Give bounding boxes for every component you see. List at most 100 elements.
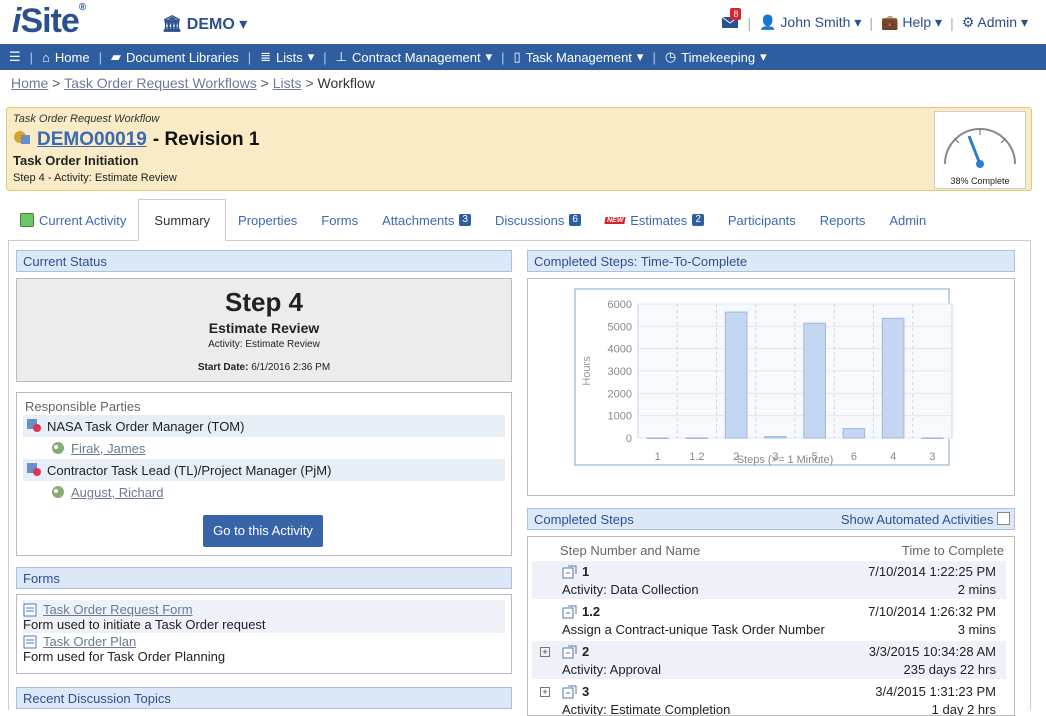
y-tick-label: 5000 [608,321,632,333]
bar [881,317,905,439]
step-duration: 1 day 2 hrs [931,702,996,716]
current-step-activity: Activity: Estimate Review [208,339,320,350]
tab-reports[interactable]: Reports [808,200,878,240]
breadcrumb-home[interactable]: Home [11,75,48,91]
tab-participants[interactable]: Participants [716,200,808,240]
home-icon: ⌂ [42,49,50,65]
help-menu[interactable]: 💼 Help ▾ [881,14,942,31]
workflow-revision: - Revision 1 [152,129,260,150]
time-to-complete-chart: 01000200030004000500060001 1.2 2 3 5 6 4 3Steps… [574,288,953,466]
tab-properties[interactable]: Properties [226,200,309,240]
green-square-icon [20,213,34,227]
bar [724,311,748,439]
completed-step-row[interactable]: 1 Activity: Data Collection 7/10/2014 1:22… [532,561,1006,599]
step-icon [562,605,578,622]
clock-icon: ◷ [664,49,677,64]
step-icon [562,685,578,702]
bar [685,437,709,439]
show-automated-toggle[interactable]: Show Automated Activities [841,509,1010,530]
go-to-activity-button[interactable]: Go to this Activity [203,515,323,547]
workflow-id-link[interactable]: DEMO00019 [37,129,147,151]
mail-count-badge: 8 [730,7,742,20]
estimates-count: 2 [692,214,704,226]
tab-estimates[interactable]: NEW Estimates 2 [593,200,716,240]
chart-panel: 0 1000 2000 3000 4000 5000 6000 1 1.2 2 3 5 6 4 3 Steps… [527,278,1015,496]
user-group-icon [51,485,65,499]
expand-icon[interactable]: + [540,647,550,657]
bar [764,436,787,439]
gauge-dial [944,128,1016,168]
tab-attachments[interactable]: Attachments 3 [370,200,483,240]
nav-lists[interactable]: ≣ Lists ▾ [251,49,323,65]
workflow-stage: Task Order Initiation [13,153,139,168]
step-date: 7/10/2014 1:22:25 PM [868,564,996,579]
expand-icon[interactable]: + [540,687,550,697]
gauge-label: 38% Complete [950,176,1010,186]
completed-step-row[interactable]: 1.2 Assign a Contract-unique Task Order N… [532,601,1006,639]
current-status-card: Step 4 Estimate Review Activity: Estimat… [16,278,512,382]
forms-panel: Task Order Request Form Form used to ini… [16,594,512,674]
attachments-count: 3 [459,214,471,226]
isite-logo[interactable]: iSite® [12,2,86,41]
form-icon [23,603,37,617]
nav-document-libraries[interactable]: ▰ Document Libraries [102,49,248,65]
x-tick-label: 6 [851,451,857,463]
building-icon: 🏛 [162,16,183,33]
breadcrumb-lists[interactable]: Lists [273,75,302,91]
list-icon: ≣ [260,49,271,64]
y-tick-label: 3000 [608,366,632,378]
bar [842,428,866,439]
checkbox[interactable] [997,512,1010,525]
current-step-name: Estimate Review [208,320,320,336]
mail-icon[interactable]: 8 [721,7,742,31]
start-date: 6/1/2016 2:36 PM [251,362,331,373]
role-icon [27,463,41,477]
user-icon: 👤 [759,14,777,30]
person-link-firak[interactable]: Firak, James [71,441,145,456]
nav-contract-management[interactable]: ⊥ Contract Management ▾ [327,49,501,65]
admin-menu[interactable]: ⚙ Admin ▾ [962,14,1028,31]
y-axis-label: Hours [581,356,593,386]
step-icon [562,645,578,662]
workflow-tabs: Current Activity Summary Properties Form… [8,199,1030,241]
step-duration: 3 mins [957,622,996,637]
person-row: Firak, James [23,437,505,459]
tab-admin[interactable]: Admin [877,200,938,240]
workflow-title: DEMO00019 - Revision 1 [13,128,260,152]
form-item: Task Order Plan Form used for Task Order… [23,634,226,664]
site-selector[interactable]: 🏛 DEMO ▾ [162,14,247,34]
hamburger-icon[interactable]: ☰ [0,49,30,65]
completed-step-row[interactable]: +2 Activity: Approval 3/3/2015 10:34:28 AM… [532,641,1006,679]
person-row: August, Richard [23,481,505,503]
user-group-icon [51,441,65,455]
main-navbar: ☰ | ⌂ Home | ▰ Document Libraries | ≣ Lists… [0,44,1046,70]
form-link[interactable]: Task Order Request Form [43,602,193,617]
tab-forms[interactable]: Forms [309,200,370,240]
breadcrumb: Home > Task Order Request Workflows > Li… [11,75,375,91]
bar [646,437,669,439]
breadcrumb-current: Workflow [317,75,375,91]
discussions-count: 6 [569,214,581,226]
org-chart-icon: ⊥ [335,49,347,64]
workflow-type: Task Order Request Workflow [13,113,160,125]
completed-steps-title: Completed Steps Show Automated Activitie… [527,508,1015,530]
nav-timekeeping[interactable]: ◷ Timekeeping ▾ [656,49,776,65]
tab-summary[interactable]: Summary [138,199,227,241]
breadcrumb-workflows[interactable]: Task Order Request Workflows [64,75,257,91]
tab-discussions[interactable]: Discussions 6 [483,200,593,240]
forms-title: Forms [16,567,512,589]
person-link-august[interactable]: August, Richard [71,485,164,500]
form-link[interactable]: Task Order Plan [43,634,136,649]
tab-current-activity[interactable]: Current Activity [8,200,138,240]
y-tick-label: 6000 [608,299,632,311]
completed-step-row[interactable]: +3 Activity: Estimate Completion 3/4/2015 … [532,681,1006,716]
step-number: 1.2 [582,604,601,619]
role-row: NASA Task Order Manager (TOM) [23,415,505,437]
step-duration: 235 days 22 hrs [903,662,996,677]
nav-home[interactable]: ⌂ Home [33,50,99,65]
responsible-parties-panel: Responsible Parties NASA Task Order Mana… [16,392,512,556]
nav-task-management[interactable]: ▯ Task Management ▾ [505,49,653,65]
step-date: 7/10/2014 1:26:32 PM [868,604,996,619]
user-menu[interactable]: 👤 John Smith ▾ [759,14,861,31]
step-date: 3/4/2015 1:31:23 PM [875,684,996,699]
